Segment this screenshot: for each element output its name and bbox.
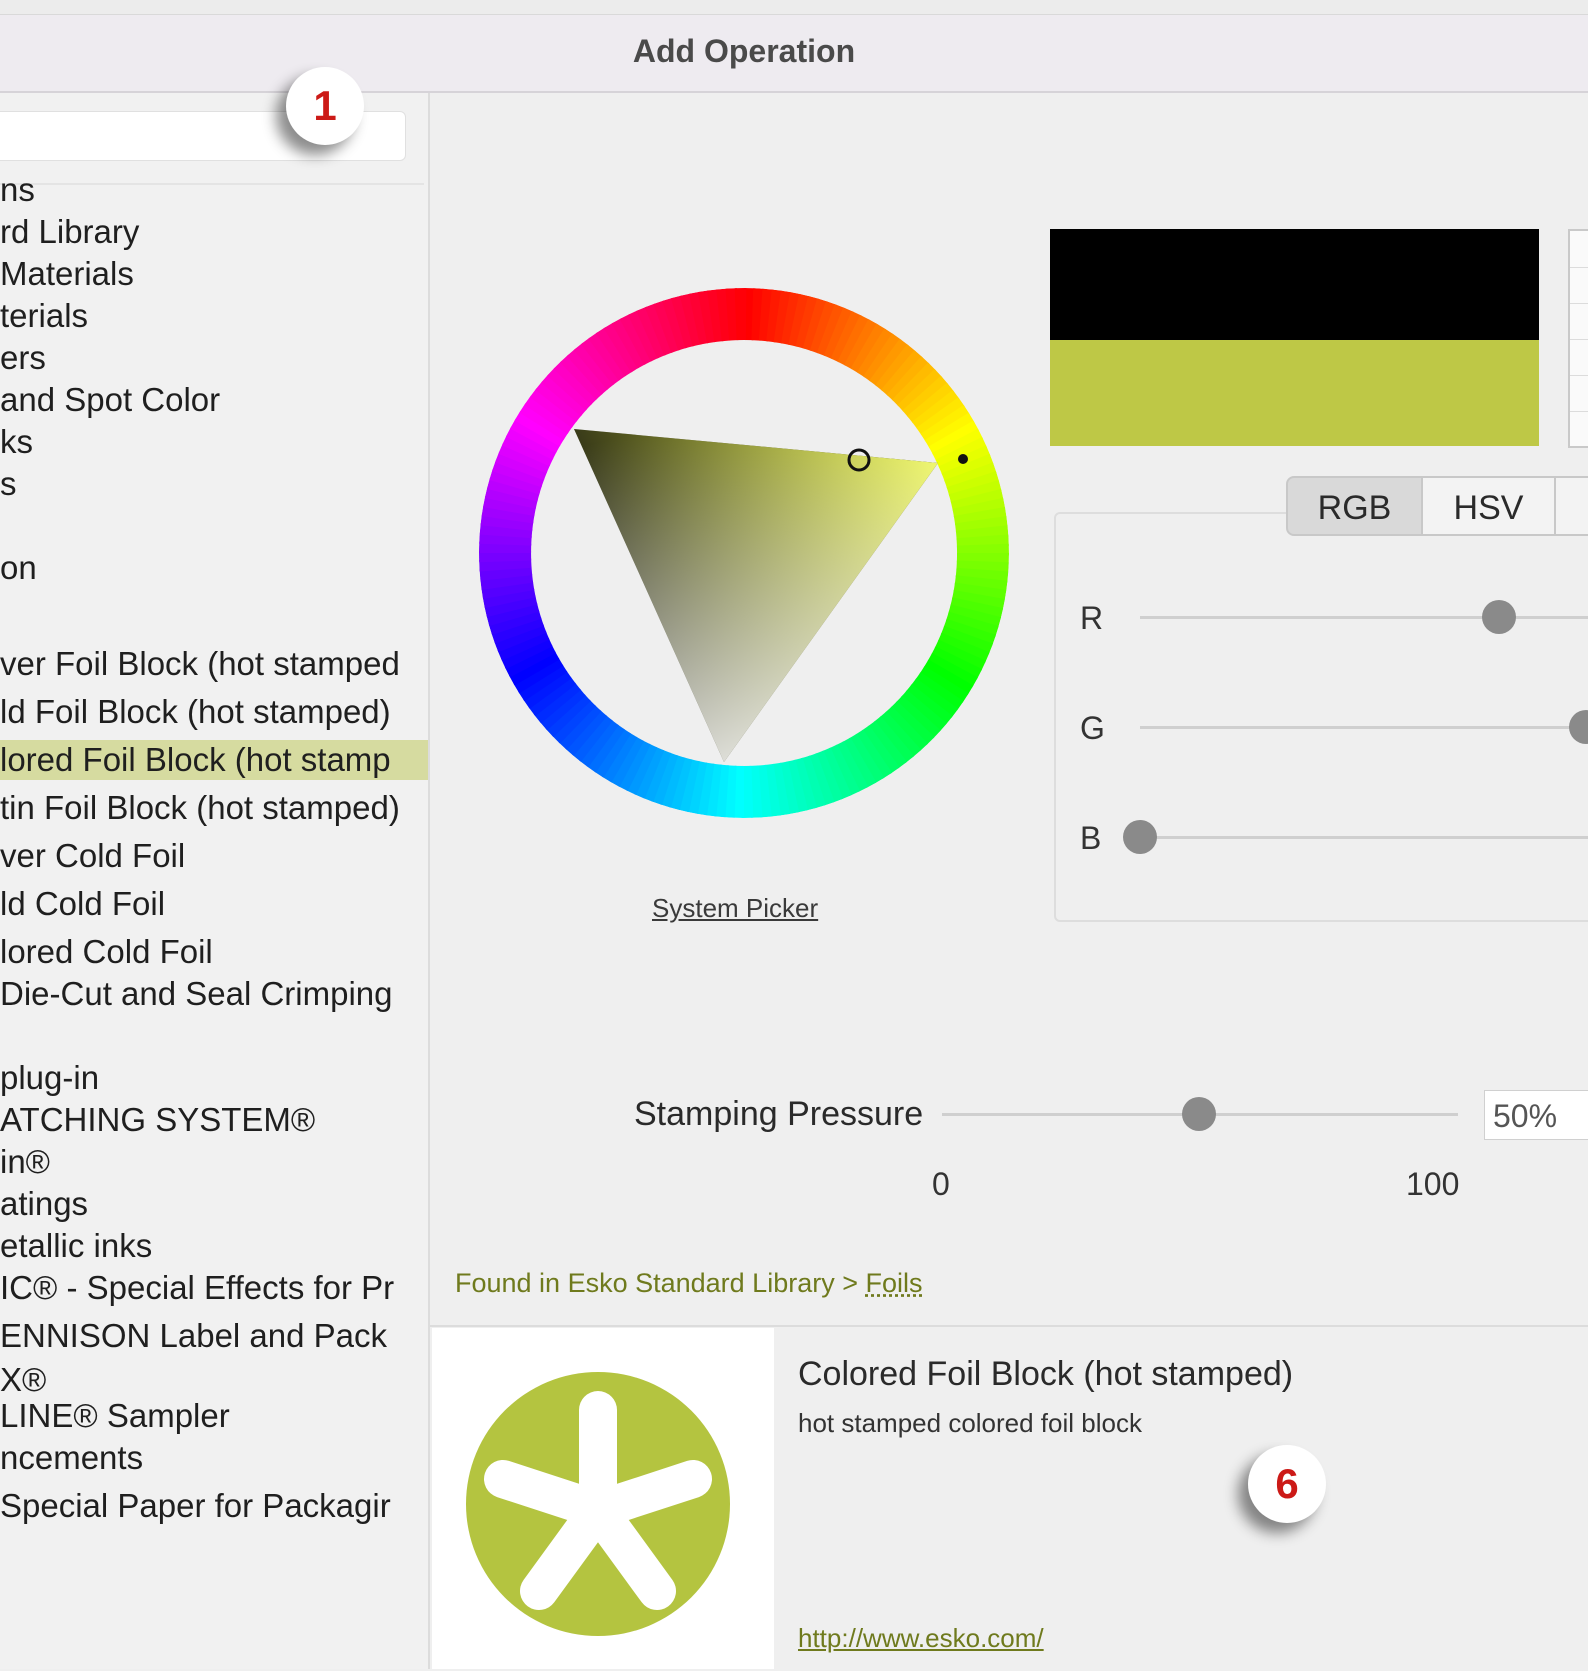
- channel-g-track[interactable]: [1140, 726, 1588, 729]
- list-item[interactable]: plug-in: [0, 1058, 99, 1098]
- list-item[interactable]: Die-Cut and Seal Crimping: [0, 974, 393, 1014]
- list-item[interactable]: tin Foil Block (hot stamped): [0, 788, 400, 828]
- list-item-selected[interactable]: lored Foil Block (hot stamp: [0, 740, 428, 780]
- found-in-folder-link[interactable]: Foils: [865, 1268, 922, 1298]
- list-item[interactable]: terials: [0, 296, 88, 336]
- channel-r-thumb[interactable]: [1482, 600, 1516, 634]
- channel-b-thumb[interactable]: [1123, 820, 1157, 854]
- stamping-pressure-thumb[interactable]: [1182, 1097, 1216, 1131]
- hue-selector-handle[interactable]: [958, 454, 968, 464]
- channel-r-track[interactable]: [1140, 616, 1588, 619]
- previous-color-swatch: [1050, 229, 1539, 340]
- tab-hsv[interactable]: HSV: [1421, 476, 1556, 536]
- callout-marker-6: 6: [1248, 1445, 1326, 1523]
- library-panel: ns rd Library Materials terials ers and Spot…: [0, 93, 430, 1669]
- list-item[interactable]: Special Paper for Packagir: [0, 1486, 391, 1526]
- channel-r-label: R: [1080, 600, 1103, 637]
- list-item[interactable]: Materials: [0, 254, 134, 294]
- list-item[interactable]: etallic inks: [0, 1226, 152, 1266]
- list-item[interactable]: atings: [0, 1184, 88, 1224]
- list-item[interactable]: ers: [0, 338, 46, 378]
- list-item[interactable]: lored Cold Foil: [0, 932, 213, 972]
- divider: [0, 183, 424, 185]
- list-item[interactable]: ks: [0, 422, 33, 462]
- list-item[interactable]: LINE® Sampler: [0, 1396, 230, 1436]
- list-item[interactable]: ns: [0, 170, 35, 210]
- color-wheel[interactable]: [479, 288, 1009, 818]
- list-item[interactable]: ATCHING SYSTEM®: [0, 1100, 315, 1140]
- found-in-path: Found in Esko Standard Library > Foils: [455, 1268, 923, 1299]
- list-item[interactable]: rd Library: [0, 212, 139, 252]
- list-item[interactable]: in®: [0, 1142, 50, 1182]
- top-strip: [0, 0, 1588, 15]
- saturation-value-triangle[interactable]: [574, 429, 938, 762]
- current-color-swatch: [1050, 340, 1539, 446]
- list-item[interactable]: s: [0, 464, 17, 504]
- esko-asterisk-logo: [466, 1372, 730, 1636]
- channel-b-track[interactable]: [1140, 836, 1588, 839]
- window-title: Add Operation: [0, 33, 1588, 70]
- info-title: Colored Foil Block (hot stamped): [798, 1355, 1293, 1394]
- swatch-side-panel: [1568, 229, 1588, 448]
- title-bar: Add Operation: [0, 15, 1588, 93]
- list-item[interactable]: X®: [0, 1360, 46, 1400]
- list-item[interactable]: IC® - Special Effects for Pr: [0, 1268, 394, 1308]
- found-in-prefix: Found in Esko Standard Library >: [455, 1268, 865, 1298]
- list-item[interactable]: ld Foil Block (hot stamped): [0, 692, 391, 732]
- list-item[interactable]: ld Cold Foil: [0, 884, 165, 924]
- channel-b-label: B: [1080, 820, 1101, 857]
- list-item[interactable]: ncements: [0, 1438, 143, 1478]
- callout-marker-1: 1: [286, 67, 364, 145]
- channel-g-label: G: [1080, 710, 1105, 747]
- list-item[interactable]: ver Cold Foil: [0, 836, 185, 876]
- info-description: hot stamped colored foil block: [798, 1408, 1142, 1439]
- list-item[interactable]: ver Foil Block (hot stamped: [0, 644, 400, 684]
- channel-slider-panel: [1054, 512, 1588, 922]
- stamping-pressure-label: Stamping Pressure: [634, 1095, 923, 1134]
- system-picker-link[interactable]: System Picker: [652, 893, 818, 924]
- tab-more[interactable]: [1554, 476, 1588, 536]
- tab-rgb[interactable]: RGB: [1286, 476, 1423, 536]
- list-item[interactable]: ENNISON Label and Pack: [0, 1316, 387, 1356]
- stamping-pressure-max: 100: [1406, 1166, 1459, 1203]
- info-website-link[interactable]: http://www.esko.com/: [798, 1623, 1044, 1654]
- stamping-pressure-field[interactable]: 50%: [1484, 1090, 1588, 1140]
- list-item[interactable]: and Spot Color: [0, 380, 220, 420]
- list-item[interactable]: on: [0, 548, 37, 588]
- stamping-pressure-min: 0: [932, 1166, 950, 1203]
